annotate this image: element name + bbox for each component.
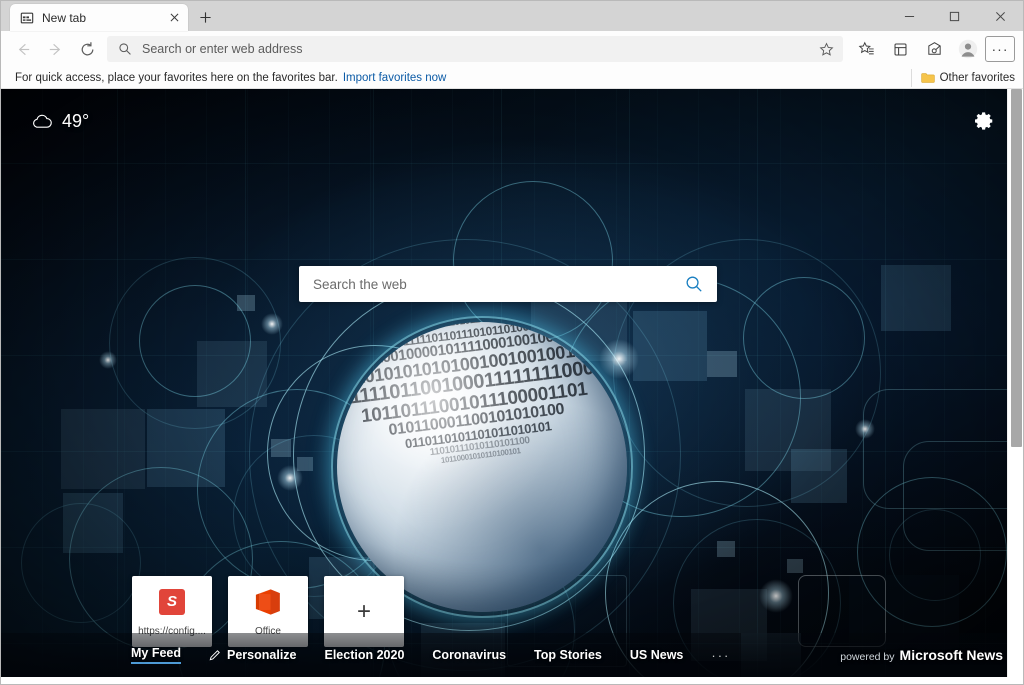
import-favorites-link[interactable]: Import favorites now [343,72,447,84]
vertical-scrollbar[interactable] [1007,89,1023,677]
s-badge-icon: S [159,587,185,617]
favorites-hint-text: For quick access, place your favorites h… [15,72,338,84]
close-icon[interactable] [166,10,182,26]
s-badge-letter: S [159,589,185,615]
address-bar[interactable] [107,36,843,62]
news-tab-us-news[interactable]: US News [630,648,684,662]
powered-by-microsoft-news: powered by Microsoft News [840,647,1003,663]
gear-icon[interactable] [967,104,1001,138]
news-tab-my-feed[interactable]: My Feed [131,646,181,664]
newtab-page-icon [19,10,35,26]
forward-icon[interactable] [39,34,71,64]
window-controls [887,1,1023,31]
refresh-icon[interactable] [71,34,103,64]
folder-icon [921,72,935,84]
office-logo-icon [255,587,281,617]
new-tab-button[interactable] [192,4,218,30]
news-navigation-bar: My Feed Personalize Election 2020 Corona… [1,633,1023,677]
add-tile-icon: + [357,600,371,624]
settings-and-more-button[interactable]: ··· [985,36,1015,62]
news-tab-personalize[interactable]: Personalize [209,648,296,662]
other-favorites-label: Other favorites [940,72,1015,84]
tab-title: New tab [42,11,166,25]
favorites-list-icon[interactable] [849,34,883,64]
tab-strip: New tab [1,1,1023,31]
news-tab-election-2020[interactable]: Election 2020 [325,648,405,662]
powered-by-label: powered by [840,651,894,663]
web-search-box[interactable] [299,266,717,302]
newtab-top-bar: 49° [1,89,1023,153]
search-icon [117,41,133,57]
pencil-icon [209,649,221,661]
browser-tab[interactable]: New tab [10,4,188,31]
cloud-icon [31,113,53,129]
profile-avatar-icon[interactable] [953,34,983,64]
news-tab-label: Personalize [227,648,296,662]
scrollbar-thumb[interactable] [1011,89,1022,447]
back-icon[interactable] [7,34,39,64]
news-tab-top-stories[interactable]: Top Stories [534,648,602,662]
other-favorites-button[interactable]: Other favorites [911,69,1015,87]
favorite-star-icon[interactable] [815,38,837,60]
share-icon[interactable] [917,34,951,64]
news-more-button[interactable]: ··· [711,648,730,663]
maximize-button[interactable] [932,1,977,31]
weather-temperature: 49° [62,111,89,132]
minimize-button[interactable] [887,1,932,31]
browser-window: New tab [0,0,1024,685]
collections-icon[interactable] [883,34,917,64]
new-tab-page: 0110100101101001011010101101010011010110… [1,89,1023,677]
web-search-input[interactable] [313,277,679,292]
weather-widget[interactable]: 49° [31,111,89,132]
navigation-toolbar: ··· [1,31,1023,67]
address-input[interactable] [142,42,815,56]
news-tab-coronavirus[interactable]: Coronavirus [432,648,506,662]
favorites-bar: For quick access, place your favorites h… [1,67,1023,89]
microsoft-news-brand: Microsoft News [900,647,1003,663]
search-icon[interactable] [679,269,709,299]
close-window-button[interactable] [977,1,1023,31]
